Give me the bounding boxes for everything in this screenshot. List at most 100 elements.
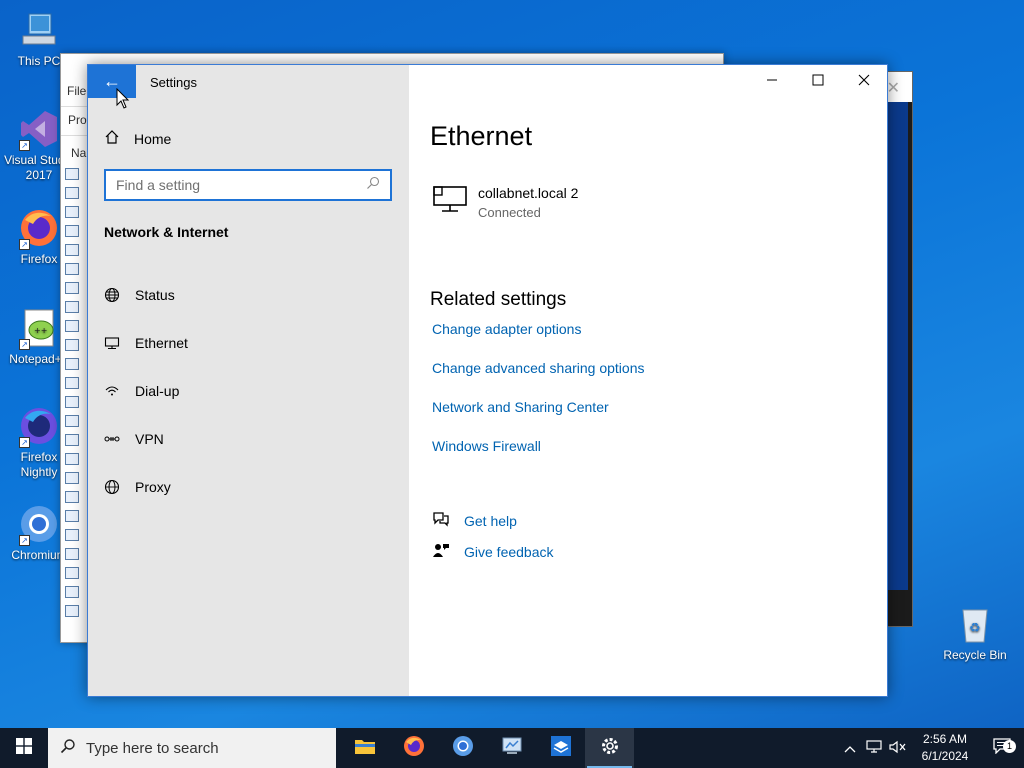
- shortcut-arrow-icon: ↗: [19, 339, 30, 350]
- search-icon: [60, 738, 76, 758]
- sidebar-item-label: Status: [135, 287, 175, 303]
- start-button[interactable]: [0, 728, 48, 768]
- windows-logo-icon: [16, 737, 32, 759]
- system-tray: 2:56 AM 6/1/2024 1: [838, 728, 1024, 768]
- home-label: Home: [134, 130, 172, 147]
- list-item[interactable]: [65, 354, 89, 373]
- list-item[interactable]: [65, 316, 89, 335]
- section-title: Network & Internet: [104, 224, 229, 240]
- settings-content: Ethernet collabnet.local 2 Connected Rel…: [430, 65, 887, 696]
- list-item[interactable]: [65, 202, 89, 221]
- file-explorer-icon: [354, 737, 376, 760]
- recycle-bin-icon: ♻: [953, 602, 997, 646]
- search-input[interactable]: [116, 177, 356, 193]
- list-item[interactable]: [65, 430, 89, 449]
- dialup-icon: [104, 383, 120, 399]
- give-feedback-link[interactable]: Give feedback: [432, 536, 554, 567]
- sidebar-item-label: Dial-up: [135, 383, 180, 399]
- list-item[interactable]: [65, 278, 89, 297]
- window-title: Settings: [150, 75, 197, 90]
- related-settings-links: Change adapter options Change advanced s…: [432, 321, 645, 477]
- list-item[interactable]: [65, 373, 89, 392]
- network-tray-icon[interactable]: [862, 739, 886, 757]
- ethernet-connection[interactable]: collabnet.local 2 Connected: [432, 185, 578, 220]
- taskbar-search-placeholder: Type here to search: [86, 739, 219, 757]
- find-setting-search-box[interactable]: [104, 169, 392, 201]
- link-windows-firewall[interactable]: Windows Firewall: [432, 438, 645, 477]
- taskbar-app-control-panel[interactable]: [487, 728, 536, 768]
- taskbar-app-file-explorer[interactable]: [340, 728, 389, 768]
- ethernet-adapter-icon: [432, 185, 468, 220]
- sidebar-item-proxy[interactable]: Proxy: [104, 463, 188, 511]
- list-item[interactable]: [65, 259, 89, 278]
- clock-time: 2:56 AM: [922, 732, 968, 746]
- shortcut-arrow-icon: ↗: [19, 140, 30, 151]
- taskbar-app-chromium[interactable]: [438, 728, 487, 768]
- list-item[interactable]: [65, 449, 89, 468]
- explorer-column-header[interactable]: Na: [71, 146, 86, 160]
- sidebar-item-label: VPN: [135, 431, 164, 447]
- list-item[interactable]: [65, 297, 89, 316]
- list-item[interactable]: [65, 183, 89, 202]
- notification-count-badge: 1: [1003, 739, 1016, 753]
- this-pc-icon: [17, 8, 61, 52]
- chevron-up-icon[interactable]: [838, 741, 862, 756]
- get-help-link[interactable]: Get help: [432, 505, 554, 536]
- list-item[interactable]: [65, 468, 89, 487]
- explorer-file-list: [65, 164, 89, 620]
- list-item[interactable]: [65, 601, 89, 620]
- volume-muted-icon[interactable]: [886, 740, 910, 757]
- sidebar-item-label: Proxy: [135, 479, 171, 495]
- taskbar-search-box[interactable]: Type here to search: [48, 728, 336, 768]
- list-item[interactable]: [65, 335, 89, 354]
- control-panel-icon: [501, 736, 523, 761]
- list-item[interactable]: [65, 582, 89, 601]
- list-item[interactable]: [65, 240, 89, 259]
- list-item[interactable]: [65, 487, 89, 506]
- close-icon[interactable]: ✕: [887, 78, 900, 98]
- list-item[interactable]: [65, 164, 89, 183]
- list-item[interactable]: [65, 563, 89, 582]
- link-change-advanced-sharing[interactable]: Change advanced sharing options: [432, 360, 645, 399]
- taskbar-app-firefox[interactable]: [389, 728, 438, 768]
- page-title: Ethernet: [430, 121, 533, 151]
- list-item[interactable]: [65, 392, 89, 411]
- sidebar-item-status[interactable]: Status: [104, 271, 188, 319]
- shortcut-arrow-icon: ↗: [19, 535, 30, 546]
- link-change-adapter-options[interactable]: Change adapter options: [432, 321, 645, 360]
- list-item[interactable]: [65, 525, 89, 544]
- sandbox-icon: [550, 735, 572, 762]
- taskbar-clock[interactable]: 2:56 AM 6/1/2024: [910, 731, 980, 765]
- proxy-globe-icon: [104, 479, 120, 495]
- action-center-button[interactable]: 1: [980, 737, 1024, 759]
- list-item[interactable]: [65, 544, 89, 563]
- sidebar-item-label: Ethernet: [135, 335, 188, 351]
- explorer-menu-file[interactable]: File: [67, 84, 86, 98]
- desktop-icon-label: Recycle Bin: [943, 648, 1007, 662]
- related-settings-heading: Related settings: [430, 289, 567, 310]
- sidebar-item-dialup[interactable]: Dial-up: [104, 367, 188, 415]
- sidebar-item-home[interactable]: Home: [104, 129, 171, 148]
- chromium-icon: [452, 735, 474, 762]
- list-item[interactable]: [65, 411, 89, 430]
- taskbar-pinned-apps: [340, 728, 634, 768]
- sidebar-item-vpn[interactable]: VPN: [104, 415, 188, 463]
- chromium-icon: ↗: [17, 502, 61, 546]
- taskbar-app-settings[interactable]: [585, 728, 634, 768]
- desktop-icon-recycle-bin[interactable]: ♻ Recycle Bin: [938, 602, 1012, 663]
- svg-text:♻: ♻: [969, 621, 981, 636]
- mouse-cursor-icon: [116, 88, 130, 109]
- list-item[interactable]: [65, 221, 89, 240]
- list-item[interactable]: [65, 506, 89, 525]
- taskbar-app-sandbox[interactable]: [536, 728, 585, 768]
- sidebar-item-ethernet[interactable]: Ethernet: [104, 319, 188, 367]
- firefox-icon: ↗: [17, 206, 61, 250]
- shortcut-arrow-icon: ↗: [19, 239, 30, 250]
- search-icon[interactable]: [366, 176, 380, 195]
- link-network-sharing-center[interactable]: Network and Sharing Center: [432, 399, 645, 438]
- settings-window: ← Settings Home Network & Internet Statu…: [87, 64, 888, 697]
- home-icon: [104, 129, 120, 148]
- notepadpp-icon: ++ ↗: [17, 306, 61, 350]
- get-help-label: Get help: [464, 512, 517, 529]
- taskbar: Type here to search 2:56 AM 6/1/2024 1: [0, 728, 1024, 768]
